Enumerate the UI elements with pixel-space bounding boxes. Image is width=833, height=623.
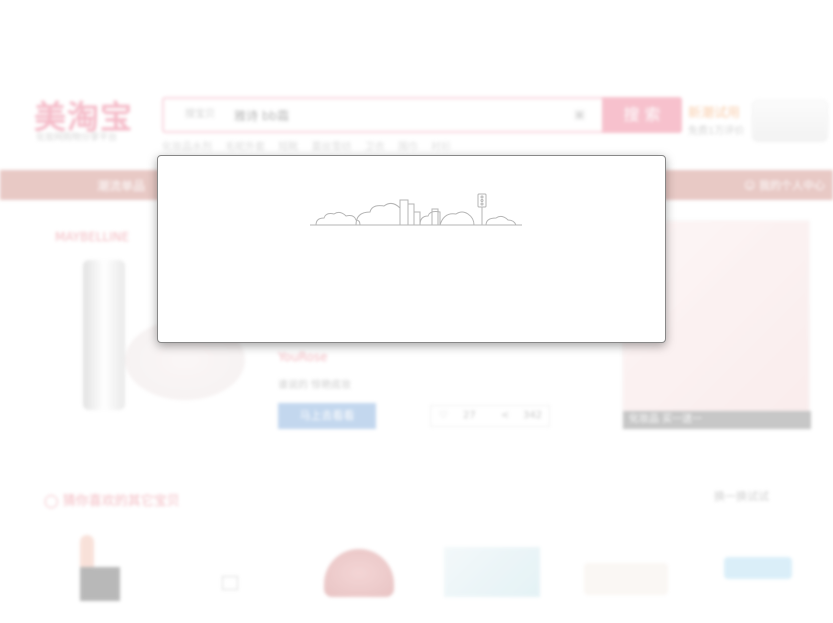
taobao-page: 美淘宝 化妆网购物分享平台 搜宝贝 ▣ 搜 索 化妆品水剂 毛呢外套 短靴 蕾丝… [0,0,833,623]
loading-dialog [157,155,666,343]
city-skyline-icon [310,193,522,226]
